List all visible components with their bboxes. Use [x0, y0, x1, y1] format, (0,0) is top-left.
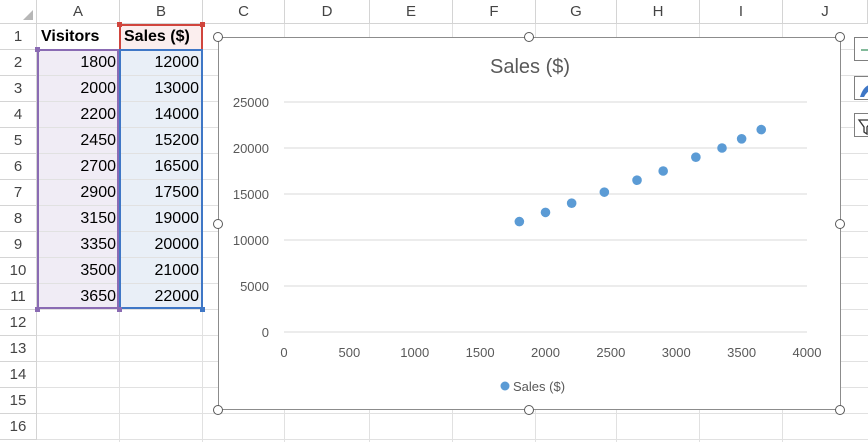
- row-header-11[interactable]: 11: [0, 284, 37, 310]
- row-header-4[interactable]: 4: [0, 102, 37, 128]
- row-header-5[interactable]: 5: [0, 128, 37, 154]
- range-handle[interactable]: [200, 22, 205, 27]
- row-header-10[interactable]: 10: [0, 258, 37, 284]
- y-tick-label: 5000: [240, 279, 269, 294]
- column-header-e[interactable]: E: [370, 0, 453, 24]
- data-point: [632, 175, 642, 185]
- chart-resize-handle[interactable]: [213, 405, 223, 415]
- x-tick-label: 500: [339, 345, 361, 360]
- range-handle[interactable]: [117, 307, 122, 312]
- chart-resize-handle[interactable]: [524, 405, 534, 415]
- scatter-chart[interactable]: Sales ($) 0 5000 10000 15000 20000 25000 0 500 10…: [218, 37, 841, 410]
- chart-resize-handle[interactable]: [524, 32, 534, 42]
- x-tick-label: 3000: [662, 345, 691, 360]
- cell-a1-header[interactable]: Visitors: [37, 24, 120, 50]
- y-values-range-border[interactable]: [119, 49, 203, 309]
- column-header-h[interactable]: H: [617, 0, 700, 24]
- row-header-1[interactable]: 1: [0, 24, 37, 50]
- x-tick-label: 0: [280, 345, 287, 360]
- chart-resize-handle[interactable]: [835, 405, 845, 415]
- x-tick-label: 2000: [531, 345, 560, 360]
- column-header-a[interactable]: A: [37, 0, 120, 24]
- select-all-triangle-icon: [23, 10, 33, 20]
- chart-title: Sales ($): [490, 56, 570, 78]
- column-header-b[interactable]: B: [120, 0, 203, 24]
- x-tick-label: 4000: [793, 345, 822, 360]
- row-header-12[interactable]: 12: [0, 310, 37, 336]
- range-handle[interactable]: [200, 307, 205, 312]
- chart-resize-handle[interactable]: [213, 32, 223, 42]
- data-point: [756, 124, 767, 135]
- x-tick-label: 1500: [466, 345, 495, 360]
- chart-elements-button[interactable]: [854, 37, 868, 61]
- range-handle[interactable]: [117, 22, 122, 27]
- chart-resize-handle[interactable]: [835, 32, 845, 42]
- data-point: [540, 207, 551, 218]
- select-all-corner[interactable]: [0, 0, 37, 24]
- x-values-range-border[interactable]: [37, 49, 119, 309]
- row-header-14[interactable]: 14: [0, 362, 37, 388]
- series-name-range-border[interactable]: [119, 24, 203, 51]
- data-point: [658, 166, 668, 176]
- row-header-16[interactable]: 16: [0, 414, 37, 440]
- x-tick-label: 1000: [400, 345, 429, 360]
- legend-marker: [500, 381, 510, 391]
- row-gridline: [37, 413, 868, 414]
- row-header-3[interactable]: 3: [0, 76, 37, 102]
- row-header-7[interactable]: 7: [0, 180, 37, 206]
- column-header-g[interactable]: G: [536, 0, 617, 24]
- data-point: [566, 198, 577, 208]
- column-header-j[interactable]: J: [783, 0, 868, 24]
- y-tick-label: 0: [262, 325, 269, 340]
- chart-elements-icon: [861, 49, 868, 51]
- range-handle[interactable]: [35, 47, 40, 52]
- data-point: [717, 143, 727, 153]
- data-point: [736, 134, 747, 144]
- range-handle[interactable]: [35, 307, 40, 312]
- column-header-i[interactable]: I: [700, 0, 783, 24]
- row-header-13[interactable]: 13: [0, 336, 37, 362]
- chart-styles-icon: [860, 85, 868, 97]
- chart-plot-svg: Sales ($) 0 5000 10000 15000 20000 25000 0 500 10…: [233, 56, 822, 394]
- y-tick-label: 20000: [233, 141, 269, 156]
- chart-filters-button[interactable]: [854, 113, 868, 137]
- legend-label: Sales ($): [513, 379, 565, 394]
- row-header-2[interactable]: 2: [0, 50, 37, 76]
- column-header-c[interactable]: C: [203, 0, 285, 24]
- spreadsheet-grid[interactable]: A B C D E F G H I J 1 2 3 4 5 6 7 8 9 10 11 12 13 14 15 16 Visito…: [0, 0, 868, 442]
- x-tick-label: 2500: [596, 345, 625, 360]
- column-header-f[interactable]: F: [453, 0, 536, 24]
- column-header-d[interactable]: D: [285, 0, 370, 24]
- chart-resize-handle[interactable]: [213, 219, 223, 229]
- y-tick-label: 15000: [233, 187, 269, 202]
- y-tick-label: 25000: [233, 95, 269, 110]
- row-header-6[interactable]: 6: [0, 154, 37, 180]
- data-point: [514, 216, 525, 227]
- x-tick-label: 3500: [727, 345, 756, 360]
- chart-resize-handle[interactable]: [835, 219, 845, 229]
- chart-styles-button[interactable]: [854, 76, 868, 100]
- row-header-15[interactable]: 15: [0, 388, 37, 414]
- y-tick-label: 10000: [233, 233, 269, 248]
- data-point: [599, 187, 610, 197]
- row-gridline: [37, 439, 868, 440]
- row-header-8[interactable]: 8: [0, 206, 37, 232]
- row-header-9[interactable]: 9: [0, 232, 37, 258]
- chart-filters-icon: [857, 119, 868, 136]
- data-point: [691, 152, 701, 162]
